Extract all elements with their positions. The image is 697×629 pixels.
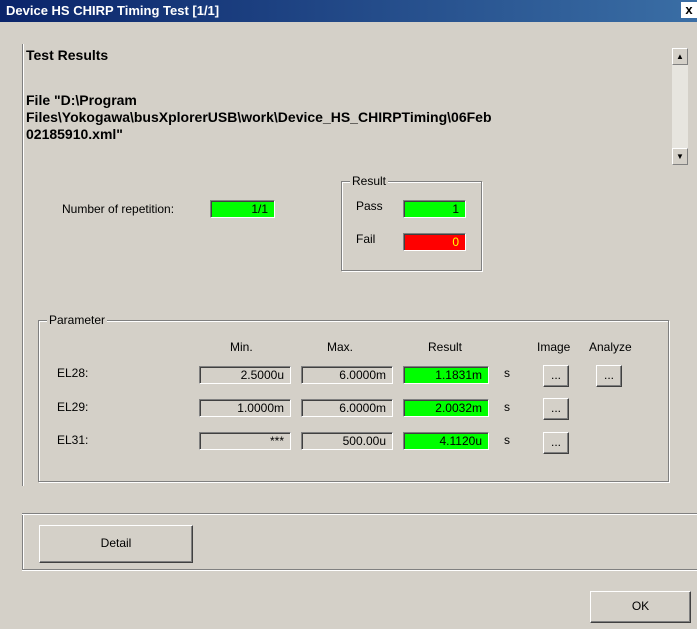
fail-count: 0 — [403, 233, 466, 251]
header-max: Max. — [327, 340, 354, 354]
detail-panel-left-edge — [22, 513, 24, 570]
param-result-el31: 4.1120u — [403, 432, 489, 450]
title-bar[interactable]: Device HS CHIRP Timing Test [1/1] x — [0, 0, 697, 22]
header-result: Result — [428, 340, 463, 354]
header-min: Min. — [230, 340, 253, 354]
test-results-panel: Test Results File "D:\Program Files\Yoko… — [24, 44, 696, 160]
results-heading: Test Results — [26, 47, 109, 63]
header-analyze: Analyze — [589, 340, 632, 354]
param-min-el29: 1.0000m — [199, 399, 291, 417]
param-min-el31: *** — [199, 432, 291, 450]
result-legend: Result — [350, 174, 389, 188]
param-name-el31: EL31: — [57, 433, 89, 447]
fail-label: Fail — [356, 232, 376, 246]
param-max-el31: 500.00u — [301, 432, 393, 450]
param-max-el28: 6.0000m — [301, 366, 393, 384]
file-path: File "D:\Program Files\Yokogawa\busXplor… — [26, 92, 651, 143]
param-min-el28: 2.5000u — [199, 366, 291, 384]
image-button-el28[interactable]: ... — [543, 365, 569, 387]
panel-left-edge — [22, 44, 24, 486]
repetition-value: 1/1 — [210, 200, 275, 218]
parameter-legend: Parameter — [47, 313, 108, 327]
file-path-line-2: Files\Yokogawa\busXplorerUSB\work\Device… — [26, 109, 492, 125]
file-path-line-3: 02185910.xml" — [26, 126, 123, 142]
ok-button[interactable]: OK — [590, 591, 691, 623]
scroll-down-icon[interactable]: ▼ — [672, 148, 688, 165]
image-button-el31[interactable]: ... — [543, 432, 569, 454]
results-scrollbar[interactable]: ▲ ▼ — [672, 48, 688, 165]
param-unit-el28: s — [504, 366, 510, 380]
param-name-el28: EL28: — [57, 366, 89, 380]
analyze-button-el28[interactable]: ... — [596, 365, 622, 387]
param-unit-el29: s — [504, 400, 510, 414]
image-button-el29[interactable]: ... — [543, 398, 569, 420]
footer-divider — [22, 569, 697, 571]
close-button[interactable]: x — [681, 2, 697, 18]
detail-button[interactable]: Detail — [39, 525, 193, 563]
header-image: Image — [537, 340, 571, 354]
param-result-el29: 2.0032m — [403, 399, 489, 417]
detail-panel-divider — [22, 513, 697, 515]
window-title: Device HS CHIRP Timing Test [1/1] — [6, 3, 220, 18]
param-result-el28: 1.1831m — [403, 366, 489, 384]
file-path-line-1: File "D:\Program — [26, 92, 137, 108]
param-max-el29: 6.0000m — [301, 399, 393, 417]
param-unit-el31: s — [504, 433, 510, 447]
scroll-up-icon[interactable]: ▲ — [672, 48, 688, 65]
repetition-label: Number of repetition: — [62, 202, 175, 216]
param-name-el29: EL29: — [57, 400, 89, 414]
pass-count: 1 — [403, 200, 466, 218]
pass-label: Pass — [356, 199, 383, 213]
result-group: Result — [341, 174, 482, 271]
